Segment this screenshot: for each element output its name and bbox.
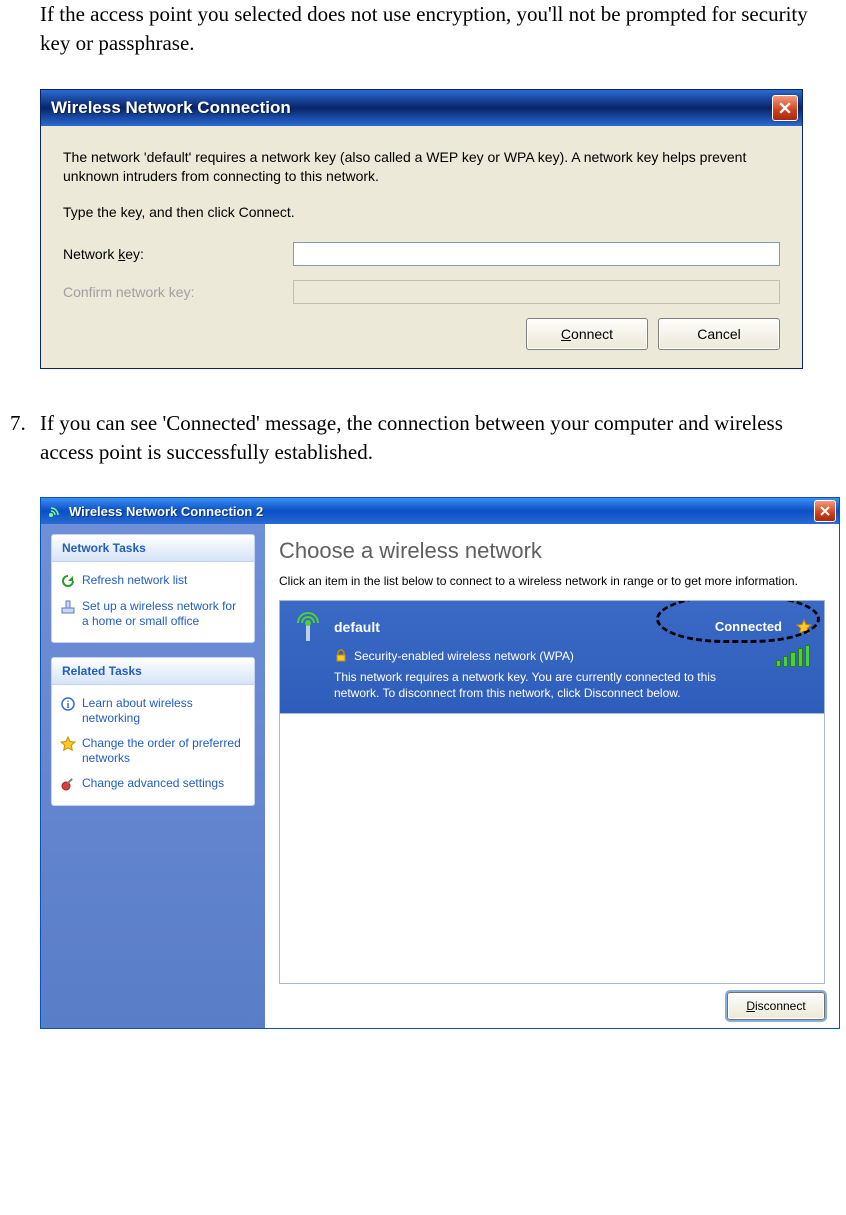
panel-header: Network Tasks <box>52 535 254 562</box>
main-subtext: Click an item in the list below to conne… <box>279 574 825 590</box>
task-label: Change the order of preferred networks <box>82 736 246 766</box>
antenna-icon <box>292 611 324 643</box>
network-key-input[interactable] <box>293 242 780 266</box>
network-list: default Connected Security-enabled wirel… <box>279 600 825 984</box>
setup-network-task[interactable]: Set up a wireless network for a home or … <box>60 594 246 634</box>
main-pane: Choose a wireless network Click an item … <box>265 524 839 1028</box>
refresh-icon <box>60 573 76 589</box>
task-label: Learn about wireless networking <box>82 696 246 726</box>
related-tasks-panel: Related Tasks i Learn about wireless net… <box>51 657 255 806</box>
dialog2-titlebar: Wireless Network Connection 2 <box>41 498 839 524</box>
disconnect-button[interactable]: Disconnect <box>727 992 825 1020</box>
setup-icon <box>60 599 76 615</box>
task-label: Refresh network list <box>82 573 187 588</box>
settings-icon <box>60 776 76 792</box>
signal-strength-icon <box>776 647 810 667</box>
sidebar: Network Tasks Refresh network list <box>41 524 265 1028</box>
task-label: Change advanced settings <box>82 776 224 791</box>
close-button[interactable] <box>772 95 798 121</box>
dialog-titlebar: Wireless Network Connection <box>41 90 802 126</box>
dialog-instruction: Type the key, and then click Connect. <box>63 204 780 220</box>
close-icon <box>779 102 791 114</box>
advanced-settings-task[interactable]: Change advanced settings <box>60 771 246 797</box>
step-number: 7. <box>10 409 40 468</box>
connect-button[interactable]: Connect <box>526 318 648 350</box>
panel-header: Related Tasks <box>52 658 254 685</box>
dialog2-title: Wireless Network Connection 2 <box>69 504 814 519</box>
confirm-key-input <box>293 280 780 304</box>
info-icon: i <box>60 696 76 712</box>
main-heading: Choose a wireless network <box>279 538 825 564</box>
network-ssid: default <box>334 619 705 635</box>
close-icon <box>820 506 830 516</box>
refresh-network-list-task[interactable]: Refresh network list <box>60 568 246 594</box>
connection-status: Connected <box>715 619 782 634</box>
svg-text:i: i <box>67 700 70 711</box>
learn-task[interactable]: i Learn about wireless networking <box>60 691 246 731</box>
close-button-2[interactable] <box>814 500 836 522</box>
confirm-key-label: Confirm network key: <box>63 284 293 300</box>
star-icon <box>60 736 76 752</box>
network-key-dialog: Wireless Network Connection The network … <box>40 89 803 369</box>
network-key-label: Network key: <box>63 246 293 262</box>
security-text: Security-enabled wireless network (WPA) <box>354 649 574 663</box>
wireless-list-dialog: Wireless Network Connection 2 Network Ta… <box>40 497 840 1029</box>
favorite-star-icon <box>796 619 812 635</box>
network-tasks-panel: Network Tasks Refresh network list <box>51 534 255 643</box>
network-item[interactable]: default Connected Security-enabled wirel… <box>280 601 824 714</box>
network-message: This network requires a network key. You… <box>334 669 812 701</box>
intro-paragraph: If the access point you selected does no… <box>40 0 826 59</box>
step-text: If you can see 'Connected' message, the … <box>40 409 826 468</box>
task-label: Set up a wireless network for a home or … <box>82 599 246 629</box>
cancel-button[interactable]: Cancel <box>658 318 780 350</box>
wireless-icon <box>47 503 63 519</box>
change-order-task[interactable]: Change the order of preferred networks <box>60 731 246 771</box>
dialog-title: Wireless Network Connection <box>51 98 772 118</box>
dialog-description: The network 'default' requires a network… <box>63 148 780 186</box>
lock-icon <box>334 649 348 663</box>
